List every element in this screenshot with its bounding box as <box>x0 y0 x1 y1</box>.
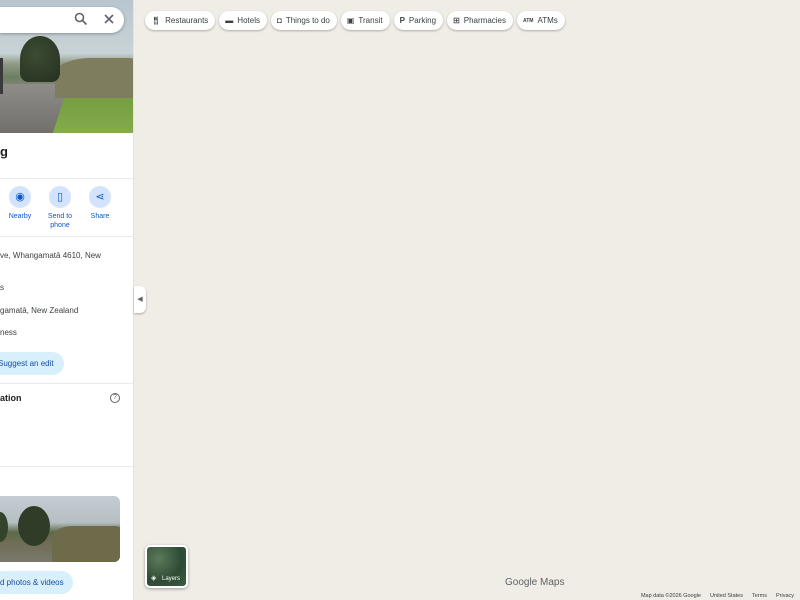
chevron-left-icon: ◀ <box>137 296 143 303</box>
divider <box>0 383 133 384</box>
map-data-text: Map data ©2026 Google <box>640 593 701 599</box>
nearby-button[interactable]: ◉ Nearby <box>0 186 40 221</box>
privacy-link[interactable]: Privacy <box>776 593 794 599</box>
place-title: g <box>0 144 8 159</box>
google-maps-logo: Google Maps <box>505 577 565 588</box>
close-icon[interactable] <box>101 12 117 28</box>
camera-icon: ◘ <box>276 16 282 25</box>
nearby-icon: ◉ <box>9 186 31 208</box>
category-chips: 🍴︎ Restaurants ▬ Hotels ◘ Things to do ▣… <box>145 11 565 30</box>
terms-link[interactable]: Terms <box>752 593 767 599</box>
pharmacy-icon: ⊞ <box>453 16 460 25</box>
layers-button[interactable]: ◈ Layers <box>145 545 188 588</box>
suggest-edit-button[interactable]: Suggest an edit <box>0 352 64 375</box>
divider <box>0 466 133 467</box>
info-line[interactable]: s <box>0 283 4 292</box>
help-icon[interactable]: ? <box>110 393 120 403</box>
layers-icon: ◈ <box>151 575 157 582</box>
region-link[interactable]: United States <box>710 593 743 599</box>
chip-parking[interactable]: P Parking <box>393 11 444 30</box>
send-to-phone-button[interactable]: ▯ Send to phone <box>40 186 80 230</box>
search-bar[interactable] <box>0 7 124 33</box>
collapse-panel-button[interactable]: ◀ <box>134 286 146 313</box>
hotel-icon: ▬ <box>225 16 234 25</box>
atm-icon: ATM <box>523 17 534 24</box>
place-panel: g ◉ Nearby ▯ Send to phone ⋖ Share ve, W… <box>0 0 133 600</box>
parking-icon: P <box>399 16 405 25</box>
search-icon[interactable] <box>73 12 89 28</box>
restaurant-icon: 🍴︎ <box>151 16 162 25</box>
chip-hotels[interactable]: ▬ Hotels <box>219 11 267 30</box>
add-photos-button[interactable]: d photos & videos <box>0 571 73 594</box>
chip-things-to-do[interactable]: ◘ Things to do <box>270 11 337 30</box>
chip-restaurants[interactable]: 🍴︎ Restaurants <box>145 11 216 30</box>
share-button[interactable]: ⋖ Share <box>80 186 120 221</box>
plus-code-text[interactable]: gamatā, New Zealand <box>0 306 78 315</box>
divider <box>0 178 133 179</box>
address-text[interactable]: ve, Whangamatā 4610, New <box>0 251 101 260</box>
phone-icon: ▯ <box>49 186 71 208</box>
chip-pharmacies[interactable]: ⊞ Pharmacies <box>447 11 513 30</box>
claim-business-text[interactable]: ness <box>0 328 17 337</box>
chip-transit[interactable]: ▣ Transit <box>340 11 390 30</box>
divider <box>0 236 133 237</box>
share-icon: ⋖ <box>89 186 111 208</box>
transit-icon: ▣ <box>346 16 355 25</box>
section-heading: ation <box>0 393 22 403</box>
map-footer: Map data ©2026 Google United States Term… <box>641 593 794 599</box>
photo-thumbnail[interactable] <box>0 496 120 562</box>
chip-atms[interactable]: ATM ATMs <box>517 11 565 30</box>
